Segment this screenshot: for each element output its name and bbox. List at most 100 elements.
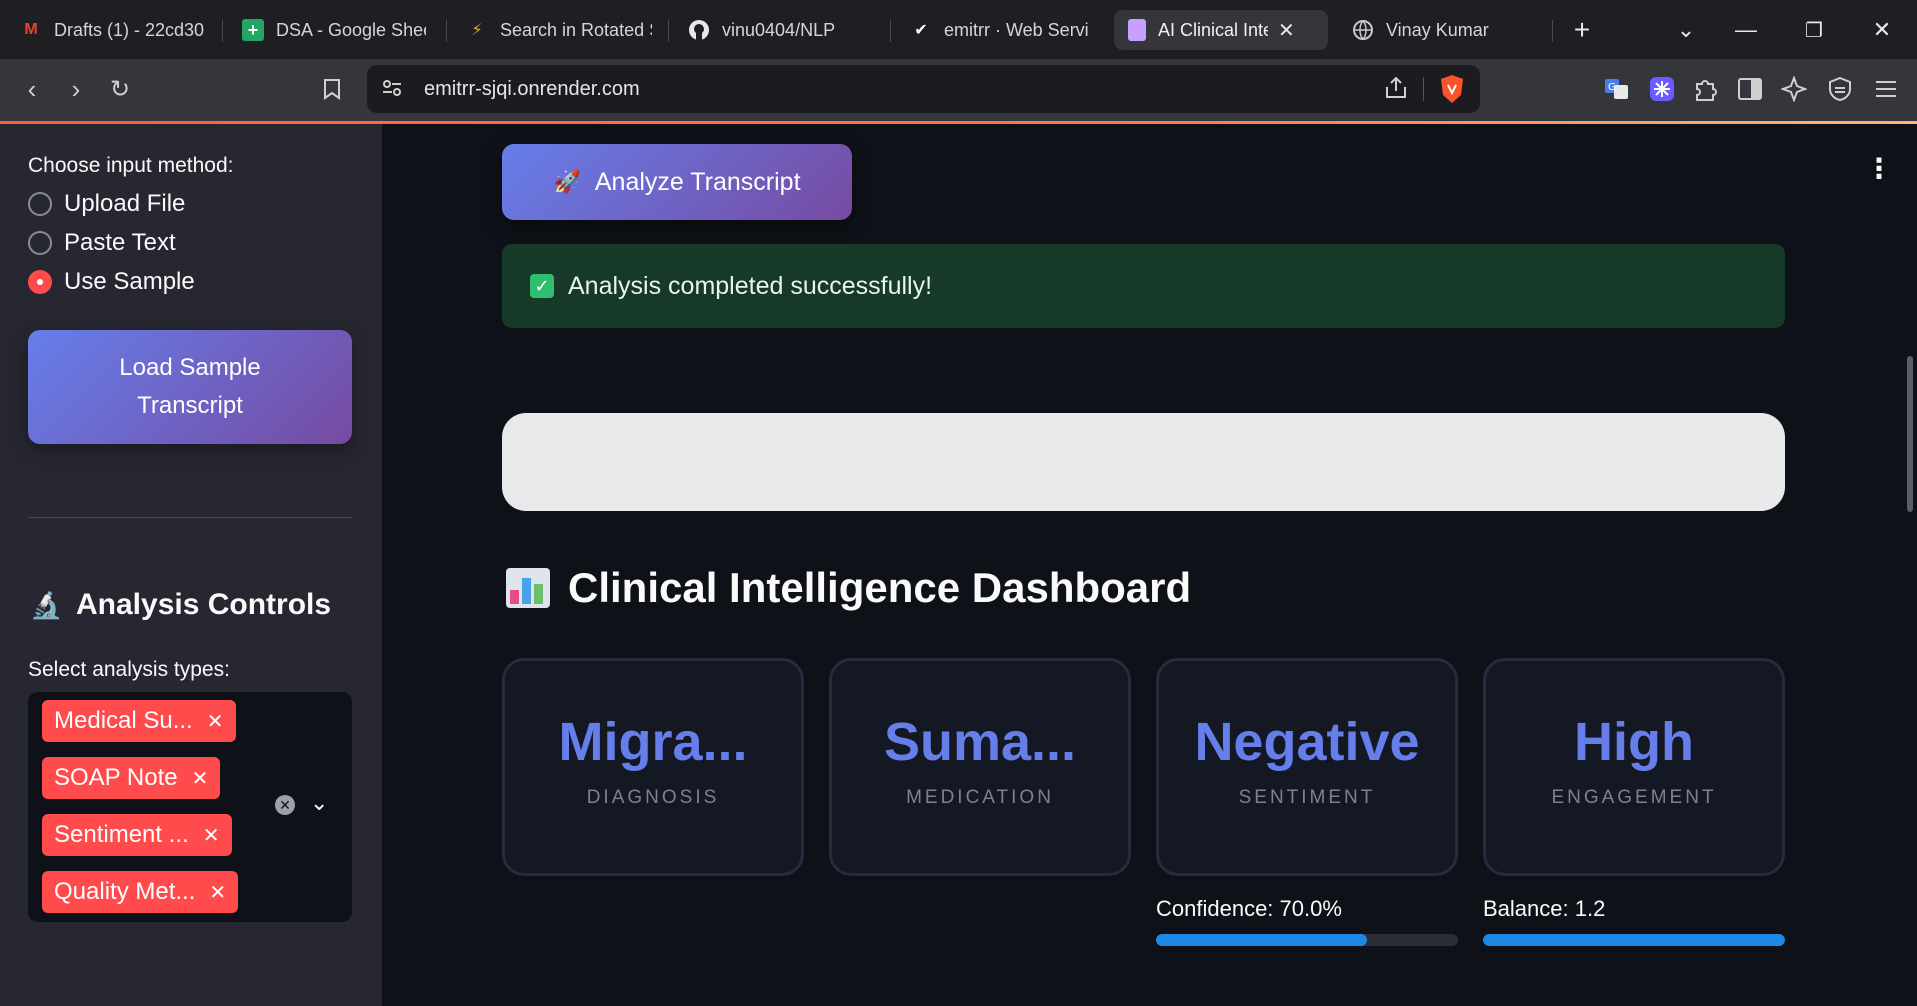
balance-progress-bar xyxy=(1483,934,1785,946)
leo-ai-icon[interactable] xyxy=(1774,69,1814,109)
globe-icon xyxy=(1352,19,1374,41)
radio-upload-file[interactable]: Upload File xyxy=(28,190,185,218)
rocket-icon: 🚀 xyxy=(553,169,581,194)
sheets-icon: + xyxy=(242,19,264,41)
render-icon: ✔ xyxy=(914,22,928,39)
window-close-icon[interactable]: ✕ xyxy=(1862,10,1902,50)
extension-icon[interactable] xyxy=(1642,69,1682,109)
tab-title: emitrr · Web Servi xyxy=(944,19,1089,40)
tab-github[interactable]: vinu0404/NLP xyxy=(674,10,888,50)
radio-label: Upload File xyxy=(64,190,186,217)
remove-icon[interactable]: ✕ xyxy=(209,880,226,905)
tab-title: vinu0404/NLP xyxy=(722,19,836,40)
new-tab-icon[interactable]: + xyxy=(1562,10,1602,50)
chip-soap-note[interactable]: SOAP Note ✕ xyxy=(42,757,221,799)
streamlit-icon xyxy=(1128,19,1146,41)
tab-gmail[interactable]: M Drafts (1) - 22cd30 xyxy=(6,10,220,50)
puzzle-icon[interactable] xyxy=(1686,69,1726,109)
vpn-shield-icon[interactable] xyxy=(1820,69,1860,109)
sidebar-toggle-icon[interactable] xyxy=(1730,69,1770,109)
chevron-down-icon[interactable]: ⌄ xyxy=(310,790,328,816)
chevron-down-icon[interactable]: ⌄ xyxy=(1666,10,1706,50)
chip-sentiment[interactable]: Sentiment ... ✕ xyxy=(42,814,232,856)
check-icon: ✓ xyxy=(530,274,554,298)
medication-card: Suma... MEDICATION xyxy=(829,658,1131,876)
card-label: MEDICATION xyxy=(906,787,1054,808)
more-options-icon[interactable]: ⋮ xyxy=(1865,152,1893,185)
sidebar-divider xyxy=(28,517,352,518)
radio-label: Paste Text xyxy=(64,229,176,256)
confidence-label: Confidence: 70.0% xyxy=(1156,896,1342,921)
tab-title: Drafts (1) - 22cd30 xyxy=(54,19,205,40)
engagement-card: High ENGAGEMENT xyxy=(1483,658,1785,876)
card-label: DIAGNOSIS xyxy=(586,787,720,808)
brave-shield-icon[interactable] xyxy=(1439,74,1465,109)
analysis-types-multiselect[interactable]: Medical Su... ✕ SOAP Note ✕ Sentiment ..… xyxy=(28,692,352,922)
urlbar-divider xyxy=(1423,77,1424,101)
analysis-types-label: Select analysis types: xyxy=(28,658,230,681)
radio-paste-text[interactable]: Paste Text xyxy=(28,229,176,257)
bar-chart-icon xyxy=(506,568,550,608)
close-icon[interactable]: ✕ xyxy=(1278,18,1295,43)
tab-render[interactable]: ✔ emitrr · Web Servi xyxy=(896,10,1104,50)
analysis-controls-heading: 🔬 Analysis Controls xyxy=(30,588,331,622)
radio-circle[interactable] xyxy=(28,231,52,255)
heading-text: Analysis Controls xyxy=(76,588,332,621)
tab-separator xyxy=(668,20,669,42)
success-text: Analysis completed successfully! xyxy=(568,271,933,300)
tab-ai-clinical[interactable]: AI Clinical Inte ✕ xyxy=(1114,10,1328,50)
gmail-icon: M xyxy=(24,21,38,38)
svg-text:G: G xyxy=(1608,82,1616,93)
tab-sheets[interactable]: + DSA - Google Shee xyxy=(228,10,440,50)
share-icon[interactable] xyxy=(1383,75,1409,106)
success-alert: ✓ Analysis completed successfully! xyxy=(502,244,1785,328)
confidence-progress-bar xyxy=(1156,934,1458,946)
tab-separator xyxy=(446,20,447,42)
chip-label: Medical Su... xyxy=(54,707,193,734)
diagnosis-card: Migra... DIAGNOSIS xyxy=(502,658,804,876)
tab-separator xyxy=(890,20,891,42)
chip-label: Sentiment ... xyxy=(54,821,189,848)
chip-label: Quality Met... xyxy=(54,878,196,905)
radio-label: Use Sample xyxy=(64,268,195,295)
chip-medical-summary[interactable]: Medical Su... ✕ xyxy=(42,700,236,742)
menu-icon[interactable] xyxy=(1866,69,1906,109)
sentiment-card: Negative SENTIMENT xyxy=(1156,658,1458,876)
back-icon[interactable]: ‹ xyxy=(12,69,52,109)
card-label: ENGAGEMENT xyxy=(1551,787,1717,808)
card-label: SENTIMENT xyxy=(1238,787,1376,808)
reload-icon[interactable]: ↻ xyxy=(100,69,140,109)
remove-icon[interactable]: ✕ xyxy=(203,823,220,848)
analyze-transcript-button[interactable]: 🚀 Analyze Transcript xyxy=(502,144,852,220)
dashboard-title: Clinical Intelligence Dashboard xyxy=(506,564,1191,612)
button-label: Analyze Transcript xyxy=(594,167,801,196)
tab-vinay[interactable]: Vinay Kumar xyxy=(1338,10,1548,50)
translate-icon[interactable]: G xyxy=(1597,69,1637,109)
forward-icon[interactable]: › xyxy=(56,69,96,109)
tab-search[interactable]: ⚡ Search in Rotated S xyxy=(452,10,666,50)
remove-icon[interactable]: ✕ xyxy=(207,709,224,734)
remove-icon[interactable]: ✕ xyxy=(192,766,209,791)
tab-separator xyxy=(222,20,223,42)
scrollbar-thumb[interactable] xyxy=(1907,356,1913,512)
clear-all-icon[interactable]: ✕ xyxy=(275,795,295,815)
bookmark-icon[interactable] xyxy=(312,69,352,109)
sidebar: Choose input method: Upload File Paste T… xyxy=(0,124,382,1006)
confidence-progress-fill xyxy=(1156,934,1368,946)
address-bar[interactable]: emitrr-sjqi.onrender.com xyxy=(367,65,1480,113)
load-sample-button[interactable]: Load Sample Transcript xyxy=(28,330,352,444)
card-value: Suma... xyxy=(883,712,1077,772)
radio-circle[interactable] xyxy=(28,192,52,216)
tab-separator xyxy=(1552,20,1553,42)
chip-quality-metrics[interactable]: Quality Met... ✕ xyxy=(42,871,239,913)
site-settings-icon[interactable] xyxy=(381,77,403,104)
tab-title: Vinay Kumar xyxy=(1386,19,1489,40)
radio-use-sample[interactable]: Use Sample xyxy=(28,268,195,296)
card-value: Migra... xyxy=(558,712,748,772)
radio-circle[interactable] xyxy=(28,270,52,294)
url-text: emitrr-sjqi.onrender.com xyxy=(424,78,640,100)
balance-label: Balance: 1.2 xyxy=(1483,896,1606,921)
restore-icon[interactable]: ❐ xyxy=(1794,10,1834,50)
output-panel xyxy=(502,413,1785,511)
minimize-icon[interactable]: — xyxy=(1726,10,1766,50)
